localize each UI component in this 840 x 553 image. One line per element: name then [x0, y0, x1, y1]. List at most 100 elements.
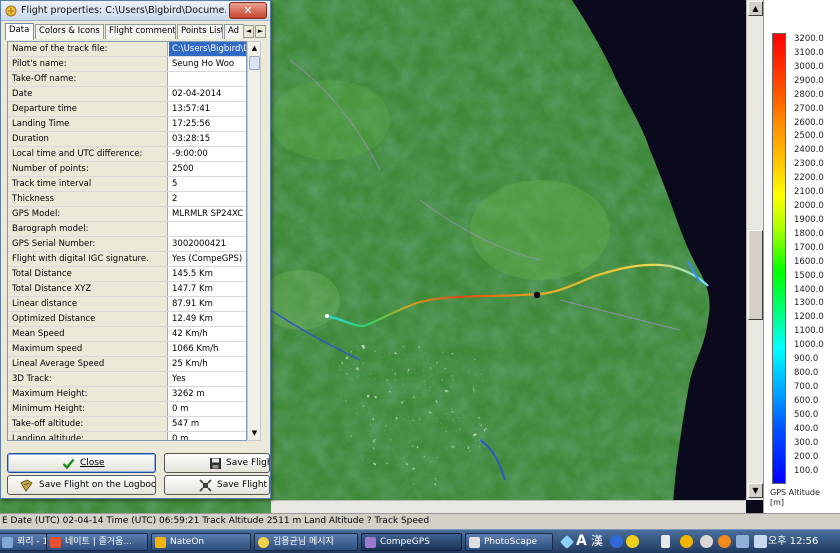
tray-app-icon[interactable]	[700, 535, 713, 548]
grid-row-value[interactable]: 03:28:15	[169, 132, 246, 146]
save-logbook-button[interactable]: Save Flight on the Logbook	[7, 475, 156, 495]
grid-row[interactable]: Duration 03:28:15	[8, 132, 246, 147]
network-icon[interactable]	[559, 534, 575, 550]
grid-row[interactable]: Take-off altitude: 547 m	[8, 417, 246, 432]
taskbar-item-compegps[interactable]: CompeGPS	[361, 533, 462, 551]
grid-row-value[interactable]: 145.5 Km	[169, 267, 246, 281]
tab-flight-comments[interactable]: Flight comments:	[105, 24, 176, 39]
grid-row[interactable]: Take-Off name:	[8, 72, 246, 87]
grid-row-value[interactable]: 2500	[169, 162, 246, 176]
grid-row-value[interactable]: Yes	[169, 372, 246, 386]
grid-row-value[interactable]: Yes (CompeGPS)	[169, 252, 246, 266]
grid-row-value[interactable]: 547 m	[169, 417, 246, 431]
grid-row-value[interactable]: 02-04-2014	[169, 87, 246, 101]
grid-row-value[interactable]: -9:00:00	[169, 147, 246, 161]
map-horizontal-scrollbar[interactable]	[271, 500, 746, 513]
tab-colors-icons[interactable]: Colors & Icons	[35, 24, 104, 39]
grid-row[interactable]: Pilot's name: Seung Ho Woo	[8, 57, 246, 72]
map-vertical-scrollbar[interactable]: ▲ ▼	[746, 0, 763, 500]
grid-row-value[interactable]: 13:57:41	[169, 102, 246, 116]
grid-row[interactable]: Departure time 13:57:41	[8, 102, 246, 117]
save-flight-as-button[interactable]: Save Flight ...	[164, 475, 270, 495]
legend-tick-label: 3200.0	[794, 34, 824, 44]
grid-scroll-up-icon[interactable]: ▲	[249, 43, 260, 54]
grid-row[interactable]: Maximum speed 1066 Km/h	[8, 342, 246, 357]
flag-icon[interactable]	[661, 535, 670, 548]
speaker-icon[interactable]	[754, 535, 767, 548]
grid-row-value[interactable]	[169, 222, 246, 236]
taskbar-item-nate[interactable]: 네이트 | 즐거움...	[46, 533, 148, 551]
tab-advanced[interactable]: Ad	[224, 24, 244, 39]
tab-scroll-right-icon[interactable]: ►	[255, 25, 266, 38]
grid-row[interactable]: Thickness 2	[8, 192, 246, 207]
update-icon[interactable]	[718, 535, 731, 548]
display-icon[interactable]	[736, 535, 749, 548]
grid-row[interactable]: Total Distance 145.5 Km	[8, 267, 246, 282]
taskbar-item-message[interactable]: 김용균님 메시지	[254, 533, 358, 551]
taskbar-item-photoscape[interactable]: PhotoScape	[465, 533, 553, 551]
grid-row-value[interactable]: 12.49 Km	[169, 312, 246, 326]
grid-row[interactable]: Date 02-04-2014	[8, 87, 246, 102]
taskbar-item-nateon[interactable]: NateOn	[151, 533, 251, 551]
altitude-legend: 3200.0 3100.0 3000.0 2900.0 2800.0 2700.0 2600…	[763, 0, 840, 513]
grid-row[interactable]: Name of the track file: C:\Users\Bigbird\…	[8, 42, 246, 57]
grid-row-value[interactable]: 5	[169, 177, 246, 191]
grid-row-value[interactable]	[169, 72, 246, 86]
grid-row[interactable]: Landing Time 17:25:56	[8, 117, 246, 132]
grid-row-value[interactable]: Seung Ho Woo	[169, 57, 246, 71]
grid-row[interactable]: Flight with digital IGC signature. Yes (C…	[8, 252, 246, 267]
grid-row-value[interactable]: 3002000421	[169, 237, 246, 251]
grid-scroll-thumb[interactable]	[249, 56, 260, 70]
grid-row-value[interactable]: 42 Km/h	[169, 327, 246, 341]
grid-row-value[interactable]: 0 m	[169, 432, 246, 440]
nateon-tray-icon[interactable]	[680, 535, 693, 548]
grid-row-value[interactable]: 17:25:56	[169, 117, 246, 131]
legend-tick-label: 2500.0	[794, 131, 824, 142]
grid-row-value[interactable]: 3262 m	[169, 387, 246, 401]
grid-row-value[interactable]: 87.91 Km	[169, 297, 246, 311]
grid-row[interactable]: Track time interval 5	[8, 177, 246, 192]
taskbar-clock[interactable]: 오후 12:56	[768, 530, 818, 553]
grid-row[interactable]: GPS Model: MLRMLR SP24XC	[8, 207, 246, 222]
grid-row[interactable]: Barograph model:	[8, 222, 246, 237]
tab-scroll-left-icon[interactable]: ◄	[243, 25, 254, 38]
save-flight-button[interactable]: Save Flight	[164, 453, 270, 473]
map-scroll-thumb[interactable]	[748, 230, 763, 320]
grid-row-value[interactable]: 147.7 Km	[169, 282, 246, 296]
ime-language-indicator[interactable]: A	[576, 530, 587, 553]
grid-row[interactable]: Optimized Distance 12.49 Km	[8, 312, 246, 327]
grid-scroll-down-icon[interactable]: ▼	[249, 428, 260, 439]
help-icon[interactable]	[610, 535, 623, 548]
grid-row[interactable]: Mean Speed 42 Km/h	[8, 327, 246, 342]
scroll-up-arrow-icon[interactable]: ▲	[748, 1, 763, 16]
shield-icon[interactable]	[626, 535, 639, 548]
grid-row-value[interactable]: MLRMLR SP24XC	[169, 207, 246, 221]
dialog-close-button[interactable]: ✕	[229, 2, 267, 19]
grid-row[interactable]: Number of points: 2500	[8, 162, 246, 177]
grid-row[interactable]: 3D Track: Yes	[8, 372, 246, 387]
ime-hanja-indicator[interactable]: 漢	[591, 530, 603, 553]
close-button[interactable]: Close	[7, 453, 156, 473]
grid-row[interactable]: Linear distance 87.91 Km	[8, 297, 246, 312]
grid-row[interactable]: Maximum Height: 3262 m	[8, 387, 246, 402]
grid-row-value[interactable]: 1066 Km/h	[169, 342, 246, 356]
tab-points-list[interactable]: Points List	[177, 24, 223, 39]
grid-row[interactable]: Minimum Height: 0 m	[8, 402, 246, 417]
grid-row[interactable]: Landing altitude: 0 m	[8, 432, 246, 440]
grid-row-value[interactable]: 0 m	[169, 402, 246, 416]
grid-row[interactable]: GPS Serial Number: 3002000421	[8, 237, 246, 252]
legend-tick-label: 1900.0	[794, 214, 824, 225]
grid-row-label: Take-Off name:	[8, 72, 168, 86]
scroll-down-arrow-icon[interactable]: ▼	[748, 483, 763, 498]
grid-row-value[interactable]: 25 Km/h	[169, 357, 246, 371]
dialog-titlebar[interactable]: Flight properties: C:\Users\Bigbird\Docu…	[1, 1, 270, 21]
grid-row-label: Thickness	[8, 192, 168, 206]
taskbar-label: PhotoScape	[484, 537, 538, 547]
grid-row-value[interactable]: 2	[169, 192, 246, 206]
grid-row[interactable]: Lineal Average Speed 25 Km/h	[8, 357, 246, 372]
tab-data[interactable]: Data	[5, 23, 34, 40]
grid-row[interactable]: Local time and UTC difference: -9:00:00	[8, 147, 246, 162]
grid-scrollbar[interactable]: ▲ ▼	[247, 41, 261, 441]
grid-row[interactable]: Total Distance XYZ 147.7 Km	[8, 282, 246, 297]
grid-row-value[interactable]: C:\Users\Bigbird\Do	[169, 42, 246, 56]
